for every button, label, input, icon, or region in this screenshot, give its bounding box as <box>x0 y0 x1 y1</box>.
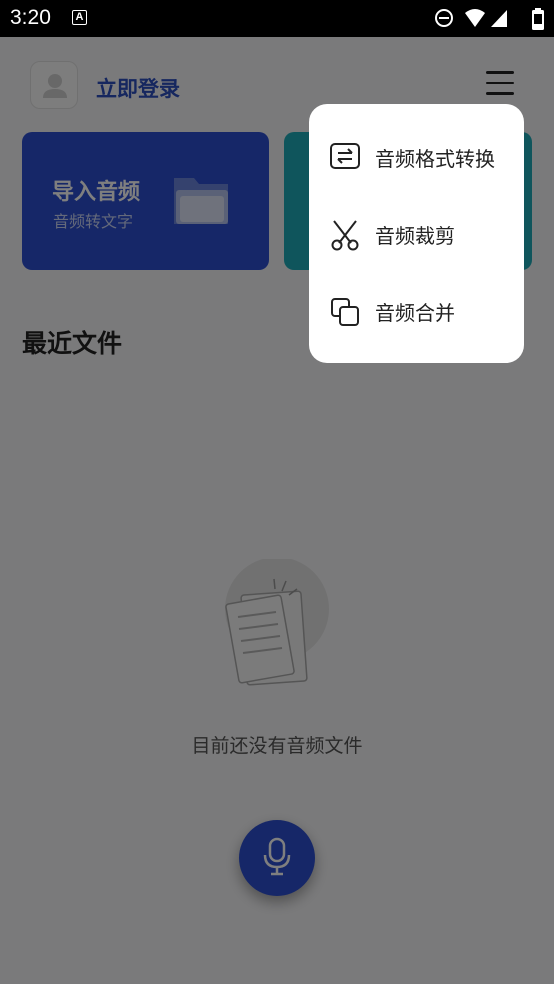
menu-item-format-convert[interactable]: 音频格式转换 <box>309 126 524 186</box>
menu-item-label: 音频裁剪 <box>375 224 455 248</box>
format-convert-icon <box>330 143 360 169</box>
popup-menu: 音频格式转换 音频裁剪 音频合并 <box>309 104 524 363</box>
do-not-disturb-icon <box>435 9 453 27</box>
wifi-icon <box>465 9 485 27</box>
menu-item-label: 音频合并 <box>375 301 455 325</box>
menu-item-label: 音频格式转换 <box>375 147 495 171</box>
merge-icon <box>331 298 359 326</box>
menu-item-audio-merge[interactable]: 音频合并 <box>309 280 524 340</box>
status-time: 3:20 <box>10 6 51 29</box>
signal-icon <box>491 10 507 27</box>
battery-icon <box>532 8 544 30</box>
scissors-icon <box>331 220 359 251</box>
status-bar: 3:20 A <box>0 0 554 37</box>
notification-a-icon: A <box>72 10 87 25</box>
menu-item-audio-trim[interactable]: 音频裁剪 <box>309 203 524 263</box>
